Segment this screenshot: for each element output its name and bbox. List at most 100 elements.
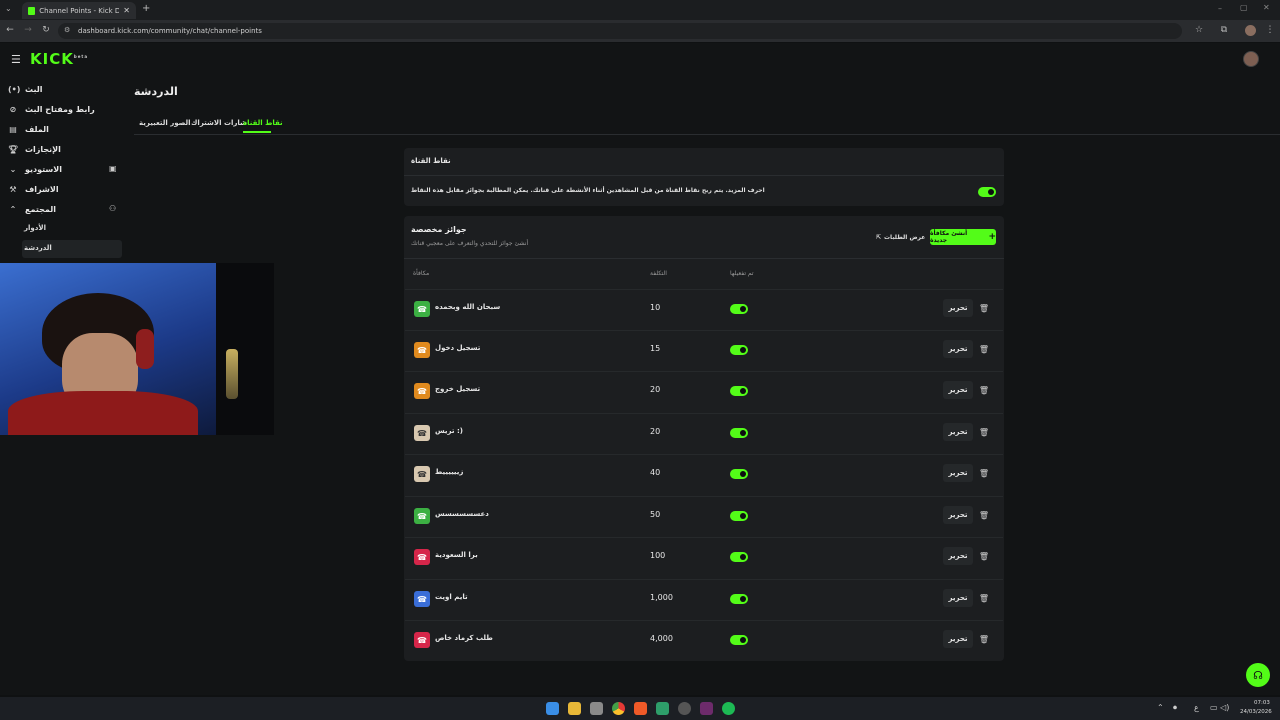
table-row: ☎ طلب كرماد خاص 4,000 تحرير 🗑︎: [405, 620, 1003, 661]
reward-cost: 10: [650, 303, 661, 312]
page-title: الدردشة: [134, 85, 178, 98]
reward-enabled-toggle[interactable]: [730, 511, 748, 521]
edit-button[interactable]: تحرير: [943, 547, 973, 565]
trash-icon[interactable]: 🗑︎: [977, 381, 991, 399]
logo-text: KICK: [30, 50, 74, 68]
table-row: ☎ تسجيل دخول 15 تحرير 🗑︎: [405, 330, 1003, 371]
column-header-cost: التكلفة: [650, 270, 667, 277]
trash-icon[interactable]: 🗑︎: [977, 423, 991, 441]
network-volume-icon[interactable]: ▭ ◁): [1210, 703, 1229, 712]
table-row: ☎ تريس :) 20 تحرير 🗑︎: [405, 413, 1003, 454]
edit-button[interactable]: تحرير: [943, 589, 973, 607]
create-reward-button[interactable]: أنشئ مكافأة جديدة +: [930, 229, 996, 245]
sidebar-item-stream-key[interactable]: ⊘ رابط ومفتاح البث: [8, 100, 128, 118]
trash-icon[interactable]: 🗑︎: [977, 547, 991, 565]
edit-button[interactable]: تحرير: [943, 340, 973, 358]
sidebar-item-label: الاشراف: [25, 184, 59, 194]
mic-icon[interactable]: ⏺: [1173, 703, 1177, 713]
url-text: dashboard.kick.com/community/chat/channe…: [78, 27, 262, 35]
extensions-icon[interactable]: ⧉: [1218, 25, 1230, 35]
table-row: ☎ تسجيل خروج 20 تحرير 🗑︎: [405, 371, 1003, 412]
file-icon: ▤: [9, 124, 17, 134]
sidebar-item-moderation[interactable]: ⚒ الاشراف: [8, 180, 128, 198]
brave-icon[interactable]: [634, 702, 647, 715]
edit-button[interactable]: تحرير: [943, 506, 973, 524]
minimize-button[interactable]: –: [1218, 4, 1222, 13]
tray-chevron-icon[interactable]: ⌃: [1157, 703, 1164, 712]
reward-enabled-toggle[interactable]: [730, 428, 748, 438]
edit-button[interactable]: تحرير: [943, 299, 973, 317]
reward-enabled-toggle[interactable]: [730, 345, 748, 355]
app-icon[interactable]: [700, 702, 713, 715]
reload-icon[interactable]: ↻: [40, 25, 52, 35]
app-icon[interactable]: [656, 702, 669, 715]
reward-enabled-toggle[interactable]: [730, 304, 748, 314]
browser-menu-icon[interactable]: ⋮: [1264, 25, 1276, 35]
windows-start-icon[interactable]: [546, 702, 559, 715]
reward-enabled-toggle[interactable]: [730, 552, 748, 562]
reward-name: تريس :): [435, 427, 463, 435]
forward-icon[interactable]: →: [22, 25, 34, 35]
trash-icon[interactable]: 🗑︎: [977, 464, 991, 482]
trash-icon[interactable]: 🗑︎: [977, 630, 991, 648]
address-bar[interactable]: ⚙ dashboard.kick.com/community/chat/chan…: [58, 23, 1182, 39]
column-header-reward: مكافأة: [413, 270, 430, 277]
trash-icon[interactable]: 🗑︎: [977, 506, 991, 524]
reward-icon: ☎: [414, 632, 430, 648]
sidebar-item-label: الاستوديو: [25, 164, 62, 174]
close-tab-icon[interactable]: ✕: [123, 6, 130, 15]
maximize-button[interactable]: ▢: [1240, 3, 1248, 12]
sidebar-item-file[interactable]: ▤ الملف: [8, 120, 128, 138]
sidebar-subitem-roles[interactable]: الأدوار: [24, 224, 46, 232]
spotify-icon[interactable]: [722, 702, 735, 715]
reward-name: تسجيل خروج: [435, 385, 481, 393]
clock-time[interactable]: 07:03: [1254, 700, 1270, 706]
tab-emotes[interactable]: الصور التعبيرية: [139, 119, 191, 127]
file-explorer-icon[interactable]: [568, 702, 581, 715]
bookmark-star-icon[interactable]: ☆: [1193, 25, 1205, 35]
view-requests-button[interactable]: ⇱ عرض الطلبات: [876, 229, 926, 245]
tab-channel-points[interactable]: نقاط القناة: [243, 119, 283, 127]
edit-button[interactable]: تحرير: [943, 464, 973, 482]
site-info-icon[interactable]: ⚙: [64, 26, 70, 34]
reward-icon: ☎: [414, 466, 430, 482]
profile-avatar[interactable]: [1245, 25, 1256, 36]
custom-rewards-subheading: أنشئ جوائز للتحدي والتعرف على معجبي قنات…: [411, 240, 529, 247]
browser-tab[interactable]: Channel Points - Kick Dashboa ✕: [22, 2, 136, 19]
sidebar-item-label: رابط ومفتاح البث: [25, 104, 95, 114]
clock-date[interactable]: 24/03/2026: [1240, 709, 1272, 715]
reward-enabled-toggle[interactable]: [730, 469, 748, 479]
reward-icon: ☎: [414, 425, 430, 441]
sidebar-item-broadcast[interactable]: (•) البث: [8, 80, 128, 98]
help-chat-button[interactable]: ☊: [1246, 663, 1270, 687]
hamburger-menu-icon[interactable]: ☰: [11, 53, 21, 66]
store-icon[interactable]: [590, 702, 603, 715]
sidebar-item-achievements[interactable]: 🏆︎ الإنجازات: [8, 140, 128, 158]
chevron-up-icon: ⌃: [9, 204, 17, 214]
reward-name: تايم اويت: [435, 593, 468, 601]
close-window-button[interactable]: ✕: [1263, 3, 1270, 12]
edit-button[interactable]: تحرير: [943, 381, 973, 399]
sidebar-subitem-chat[interactable]: الدردشة: [24, 244, 52, 252]
language-indicator[interactable]: ع: [1194, 703, 1199, 712]
chrome-icon[interactable]: [612, 702, 625, 715]
trash-icon[interactable]: 🗑︎: [977, 299, 991, 317]
webcam-trophy: [226, 349, 238, 399]
kick-logo[interactable]: KICKbeta: [30, 50, 88, 68]
trash-icon[interactable]: 🗑︎: [977, 340, 991, 358]
new-tab-button[interactable]: +: [142, 3, 150, 14]
user-avatar[interactable]: [1243, 51, 1259, 67]
reward-enabled-toggle[interactable]: [730, 594, 748, 604]
reward-enabled-toggle[interactable]: [730, 635, 748, 645]
back-icon[interactable]: ←: [4, 25, 16, 35]
reward-cost: 100: [650, 551, 666, 560]
tab-list-chevron-icon[interactable]: ⌄: [5, 4, 12, 13]
channel-points-toggle[interactable]: [978, 187, 996, 197]
tab-sub-badges[interactable]: شارات الاشتراك: [191, 119, 247, 127]
tab-title: Channel Points - Kick Dashboa: [39, 6, 120, 15]
obs-icon[interactable]: [678, 702, 691, 715]
edit-button[interactable]: تحرير: [943, 423, 973, 441]
trash-icon[interactable]: 🗑︎: [977, 589, 991, 607]
edit-button[interactable]: تحرير: [943, 630, 973, 648]
reward-enabled-toggle[interactable]: [730, 386, 748, 396]
